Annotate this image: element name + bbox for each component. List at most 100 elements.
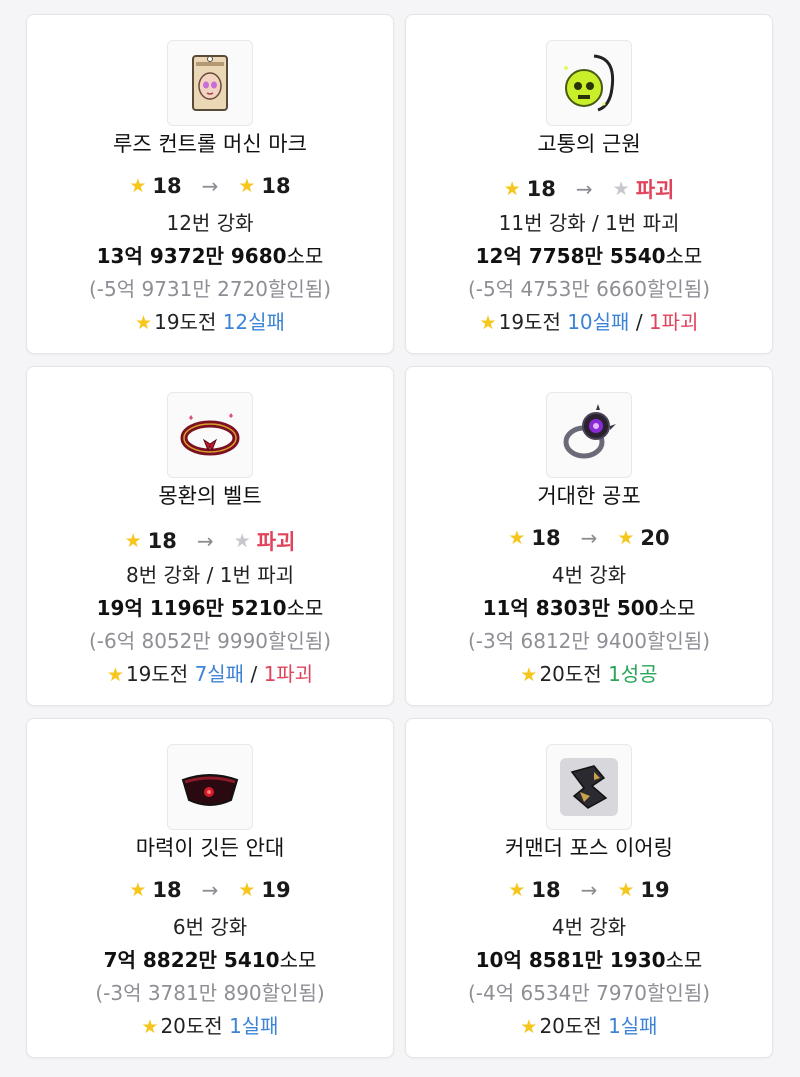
from-star: 18 bbox=[526, 177, 556, 201]
arrow-icon: → bbox=[201, 174, 219, 198]
star-icon: ★ bbox=[520, 664, 538, 686]
commander-earring-icon bbox=[546, 744, 632, 830]
item-card[interactable]: 커맨더 포스 이어링 ★ 18 → ★ 19 4번 강화 10억 8581만 1… bbox=[405, 718, 773, 1058]
cost: 19억 1196만 5210소모 bbox=[27, 592, 393, 621]
skull-pendant-icon bbox=[546, 40, 632, 126]
attempt-count: 12번 강화 bbox=[166, 211, 254, 235]
star-icon: ★ bbox=[479, 312, 497, 334]
cost: 10억 8581만 1930소모 bbox=[406, 944, 772, 973]
star-icon: ★ bbox=[503, 178, 521, 200]
challenge-count: 20도전 bbox=[539, 662, 602, 686]
cost-unit: 소모 bbox=[658, 596, 696, 620]
cost-value: 12억 7758만 5540 bbox=[475, 244, 666, 268]
challenge-count: 19도전 bbox=[125, 662, 189, 686]
fail-count: 1실패 bbox=[229, 1014, 279, 1038]
from-star: 18 bbox=[531, 526, 561, 550]
cost: 11억 8303만 500소모 bbox=[406, 592, 772, 621]
to-star: 19 bbox=[640, 878, 670, 902]
attempt-count: 4번 강화 bbox=[551, 915, 627, 939]
star-transition: ★ 18 → ★ 파괴 bbox=[406, 174, 772, 204]
arrow-icon: → bbox=[201, 878, 219, 902]
star-transition: ★ 18 → ★ 19 bbox=[27, 878, 393, 902]
success-count: 1성공 bbox=[608, 662, 658, 686]
item-name: 몽환의 벨트 bbox=[158, 484, 262, 508]
grey-star-icon: ★ bbox=[233, 530, 251, 552]
discount: (-5억 4753만 6660할인됨) bbox=[467, 277, 711, 301]
cost-unit: 소모 bbox=[665, 948, 703, 972]
attempt-count: 8번 강화 / 1번 파괴 bbox=[125, 563, 295, 587]
dreamy-belt-icon bbox=[167, 392, 253, 478]
cost-unit: 소모 bbox=[665, 244, 703, 268]
destroy-count: 1파괴 bbox=[648, 310, 699, 334]
challenge-summary: ★ 19도전 7실패 / 1파괴 bbox=[27, 658, 393, 687]
separator: / bbox=[635, 310, 643, 334]
star-icon: ★ bbox=[508, 527, 526, 549]
star-transition: ★ 18 → ★ 18 bbox=[27, 174, 393, 198]
discount: (-4억 6534만 7970할인됨) bbox=[467, 981, 711, 1005]
arrow-icon: → bbox=[575, 177, 593, 201]
item-card[interactable]: 마력이 깃든 안대 ★ 18 → ★ 19 6번 강화 7억 8822만 541… bbox=[26, 718, 394, 1058]
to-star-destroyed: 파괴 bbox=[256, 530, 296, 554]
cost-unit: 소모 bbox=[286, 244, 324, 268]
item-card[interactable]: 루즈 컨트롤 머신 마크 ★ 18 → ★ 18 12번 강화 13억 9372… bbox=[26, 14, 394, 354]
eyepatch-icon bbox=[167, 744, 253, 830]
cost-value: 7억 8822만 5410 bbox=[103, 948, 280, 972]
to-star: 18 bbox=[261, 174, 291, 198]
separator: / bbox=[250, 662, 258, 686]
attempt-count: 6번 강화 bbox=[172, 915, 248, 939]
attempt-count: 11번 강화 / 1번 파괴 bbox=[498, 211, 680, 235]
giant-fear-ring-icon bbox=[546, 392, 632, 478]
cost-value: 10억 8581만 1930 bbox=[475, 948, 666, 972]
item-card[interactable]: 고통의 근원 ★ 18 → ★ 파괴 11번 강화 / 1번 파괴 12억 77… bbox=[405, 14, 773, 354]
star-transition: ★ 18 → ★ 파괴 bbox=[27, 526, 393, 556]
cost-value: 19억 1196만 5210 bbox=[96, 596, 287, 620]
cost-value: 11억 8303만 500 bbox=[482, 596, 659, 620]
discount: (-3억 6812만 9400할인됨) bbox=[467, 629, 711, 653]
grey-star-icon: ★ bbox=[612, 178, 630, 200]
challenge-summary: ★ 20도전 1실패 bbox=[406, 1010, 772, 1039]
challenge-summary: ★ 19도전 12실패 bbox=[27, 306, 393, 335]
challenge-summary: ★ 19도전 10실패 / 1파괴 bbox=[406, 306, 772, 335]
cost-unit: 소모 bbox=[279, 948, 317, 972]
to-star: 19 bbox=[261, 878, 291, 902]
machine-mark-icon bbox=[167, 40, 253, 126]
item-name: 커맨더 포스 이어링 bbox=[505, 836, 673, 860]
star-icon: ★ bbox=[617, 879, 635, 901]
cost: 13억 9372만 9680소모 bbox=[27, 240, 393, 269]
from-star: 18 bbox=[152, 174, 182, 198]
star-icon: ★ bbox=[135, 312, 153, 334]
challenge-summary: ★ 20도전 1실패 bbox=[27, 1010, 393, 1039]
star-icon: ★ bbox=[508, 879, 526, 901]
fail-count: 7실패 bbox=[194, 662, 245, 686]
arrow-icon: → bbox=[580, 526, 598, 550]
discount: (-5억 9731만 2720할인됨) bbox=[88, 277, 332, 301]
star-transition: ★ 18 → ★ 19 bbox=[406, 878, 772, 902]
from-star: 18 bbox=[531, 878, 561, 902]
from-star: 18 bbox=[147, 529, 177, 553]
to-star: 20 bbox=[640, 526, 670, 550]
fail-count: 10실패 bbox=[567, 310, 630, 334]
star-icon: ★ bbox=[124, 530, 142, 552]
item-card[interactable]: 거대한 공포 ★ 18 → ★ 20 4번 강화 11억 8303만 500소모… bbox=[405, 366, 773, 706]
item-name: 루즈 컨트롤 머신 마크 bbox=[113, 132, 307, 156]
star-transition: ★ 18 → ★ 20 bbox=[406, 526, 772, 550]
star-icon: ★ bbox=[129, 175, 147, 197]
item-card[interactable]: 몽환의 벨트 ★ 18 → ★ 파괴 8번 강화 / 1번 파괴 19억 119… bbox=[26, 366, 394, 706]
cost-value: 13억 9372만 9680 bbox=[96, 244, 287, 268]
challenge-count: 19도전 bbox=[498, 310, 561, 334]
item-name: 거대한 공포 bbox=[537, 484, 641, 508]
star-icon: ★ bbox=[617, 527, 635, 549]
attempt-count: 4번 강화 bbox=[551, 563, 627, 587]
star-icon: ★ bbox=[238, 175, 256, 197]
discount: (-3억 3781만 890할인됨) bbox=[95, 981, 325, 1005]
challenge-count: 20도전 bbox=[160, 1014, 223, 1038]
cost: 12억 7758만 5540소모 bbox=[406, 240, 772, 269]
fail-count: 1실패 bbox=[608, 1014, 658, 1038]
star-icon: ★ bbox=[238, 879, 256, 901]
arrow-icon: → bbox=[580, 878, 598, 902]
arrow-icon: → bbox=[196, 529, 214, 553]
to-star-destroyed: 파괴 bbox=[635, 178, 675, 202]
fail-count: 12실패 bbox=[222, 310, 285, 334]
destroy-count: 1파괴 bbox=[263, 662, 314, 686]
star-icon: ★ bbox=[106, 664, 124, 686]
